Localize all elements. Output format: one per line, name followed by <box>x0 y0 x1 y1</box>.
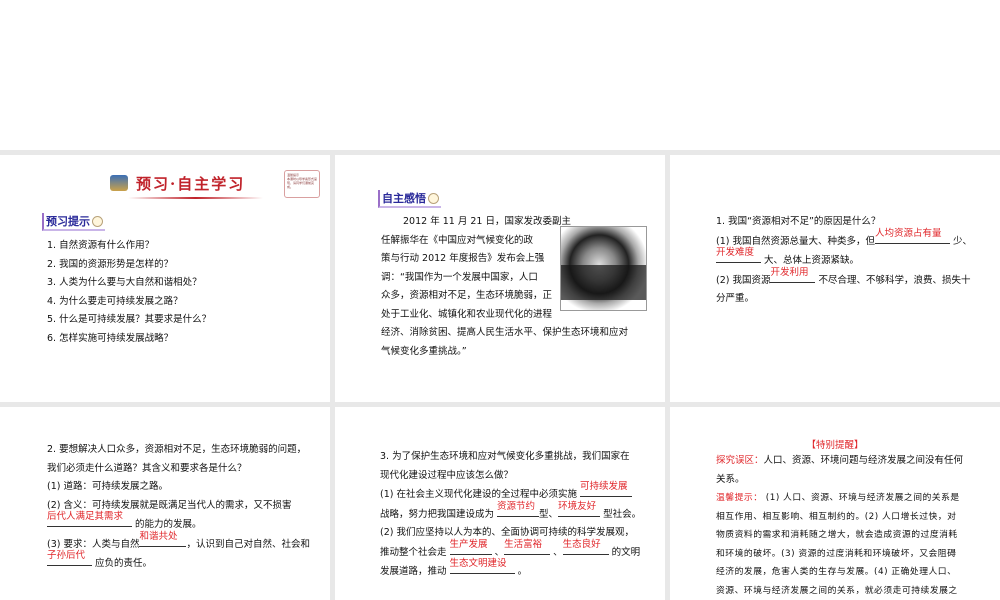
slide-thumbnail-6[interactable]: 【特别提醒】 探究误区：人口、资源、环境问题与经济发展之间没有任何 关系。 温馨… <box>670 407 1000 600</box>
text: 型社会。 <box>603 508 642 520</box>
tag-preview-tips: 预习提示 <box>42 213 105 231</box>
text: 、 <box>553 546 563 558</box>
tip-label: 温馨提示： <box>716 493 763 503</box>
text: 应负的责任。 <box>95 558 153 569</box>
answer-blank: 生态良好 <box>562 539 609 555</box>
question-item: 1. 自然资源有什么作用？ <box>47 240 155 251</box>
note-box: 温馨提示 本课时以导学案形式呈现，请同学们课前完成。 <box>284 170 320 198</box>
answer-text: 开发利用 <box>770 266 809 278</box>
answer-blank: 可持续发展 <box>580 481 633 497</box>
answer-blank: 资源节约 <box>497 501 540 517</box>
answer-blank: 生产发展 <box>449 539 492 555</box>
answer-text: 资源节约 <box>497 500 536 512</box>
tag-label: 自主感悟 <box>382 192 426 205</box>
answer-text: 人均资源占有量 <box>874 227 942 239</box>
text: 分严重。 <box>716 293 755 304</box>
text: (1) 人口、资源、环境与经济发展之间的关系是 <box>765 493 960 503</box>
bulb-icon <box>92 215 103 227</box>
answer-text: 生产发展 <box>449 538 488 550</box>
slide-thumbnail-3[interactable]: 1. 我国“资源相对不足”的原因是什么？ (1) 我国自然资源总量大、种类多，但… <box>670 155 1000 402</box>
text: 发展道路，推动 <box>380 566 447 577</box>
answer-text: 可持续发展 <box>580 481 628 492</box>
answer-text: 生态良好 <box>562 538 601 550</box>
text: 型、 <box>539 508 559 520</box>
answer-text: 生态文明建设 <box>449 558 507 569</box>
question-list: 1. 自然资源有什么作用？ 2. 我国的资源形势是怎样的？ 3. 人类为什么要与… <box>47 237 211 348</box>
question-block: 1. 我国“资源相对不足”的原因是什么？ (1) 我国自然资源总量大、种类多，但… <box>716 213 972 309</box>
special-reminder-heading: 【特别提醒】 <box>806 440 864 451</box>
question-item: 4. 为什么要走可持续发展之路？ <box>47 295 183 307</box>
text: 推动整个社会走 <box>380 546 447 558</box>
bulb-icon <box>428 192 439 204</box>
text: 大、总体上资源紧缺。 <box>764 255 860 266</box>
text: (1) 我国自然资源总量大、种类多，但 <box>716 235 875 247</box>
text: 少、 <box>953 235 973 247</box>
text: 经济的发展，危害人类的生存与发展。(4) 正确处理人口、 <box>716 567 957 577</box>
earth-image <box>560 226 647 311</box>
text: 人口、资源、环境问题与经济发展之间没有任何 <box>763 455 964 466</box>
answer-text: 子孙后代 <box>47 550 86 561</box>
passage-line: 经济、消除贫困、提高人民生活水平、保护生态环境和应对 <box>381 327 629 338</box>
text: 。 <box>517 566 528 577</box>
tag-self-reflection: 自主感悟 <box>378 190 441 208</box>
question-item: 6. 怎样实施可持续发展战略？ <box>47 332 174 344</box>
answer-blank: 开发利用 <box>770 267 816 283</box>
question-text: 我们必须走什么道路？其含义和要求各是什么？ <box>47 462 247 474</box>
slide-thumbnail-4[interactable]: 2. 要想解决人口众多，资源相对不足，生态环境脆弱的问题， 我们必须走什么道路？… <box>0 407 330 600</box>
tag-label: 预习提示 <box>46 215 90 228</box>
answer-blank: 人均资源占有量 <box>874 228 950 244</box>
answer-blank: 子孙后代 <box>47 550 92 566</box>
section-banner: 预习·自主学习 <box>110 171 263 199</box>
reminder-block: 探究误区：人口、资源、环境问题与经济发展之间没有任何 关系。 温馨提示： (1)… <box>716 452 963 600</box>
note-text: 本课时以导学案形式呈现，请同学们课前完成。 <box>287 177 318 189</box>
text: 的文明 <box>611 546 641 558</box>
answer-blank: 开发难度 <box>716 247 761 263</box>
slide-thumbnail-1[interactable]: 预习·自主学习 温馨提示 本课时以导学案形式呈现，请同学们课前完成。 预习提示 1… <box>0 155 330 402</box>
banner-title: 预习·自主学习 <box>136 174 246 193</box>
slide-thumbnail-5[interactable]: 3. 为了保护生态环境和应对气候变化多重挑战，我们国家在 现代化建设过程中应该怎… <box>335 407 665 600</box>
answer-text: 开发难度 <box>716 247 755 258</box>
answer-text: 和谐共处 <box>139 530 178 542</box>
banner-underline <box>128 197 263 199</box>
slide-thumbnail-2[interactable]: 自主感悟 2012 年 11 月 21 日，国家发改委副主 任解振华在《中国应对… <box>335 155 665 402</box>
question-text: 3. 为了保护生态环境和应对气候变化多重挑战，我们国家在 <box>380 451 630 462</box>
text: 的能力的发展。 <box>135 519 202 530</box>
answer-blank: 生活富裕 <box>504 539 551 555</box>
text: ，认识到自己对自然、社会和 <box>186 538 310 550</box>
text: (1) 在社会主义现代化建设的全过程中必须实施 <box>380 489 577 500</box>
question-item: 5. 什么是可持续发展？其要求是什么？ <box>47 314 212 325</box>
answer-blank: 和谐共处 <box>139 531 187 547</box>
text: (2) 我国资源 <box>716 274 771 286</box>
text: 资源、环境与经济发展之间的关系，就必须走可持续发展之 <box>716 585 958 596</box>
text: (1) 道路：可持续发展之路。 <box>47 481 168 492</box>
question-text: 2. 要想解决人口众多，资源相对不足，生态环境脆弱的问题， <box>47 444 307 455</box>
text: (3) 要求：人类与自然 <box>47 538 140 550</box>
text: 物质资料的需求和消耗随之增大，就会造成资源的过度消耗 <box>716 530 958 540</box>
answer-blank: 环境友好 <box>558 501 601 517</box>
text: 不尽合理、不够科学，浪费、损失十 <box>818 274 971 286</box>
text: 相互作用、相互影响、相互制约的。(2) 人口增长过快，对 <box>716 511 957 522</box>
question-block: 2. 要想解决人口众多，资源相对不足，生态环境脆弱的问题， 我们必须走什么道路？… <box>47 441 310 574</box>
answer-text: 环境友好 <box>558 500 597 512</box>
text: 战略，努力把我国建设成为 <box>380 508 495 520</box>
passage-line: 气候变化多重挑战。” <box>381 345 467 357</box>
text: 和环境的破坏。(3) 资源的过度消耗和环境破坏，又会阻碍 <box>716 548 957 559</box>
question-block: 3. 为了保护生态环境和应对气候变化多重挑战，我们国家在 现代化建设过程中应该怎… <box>380 448 641 582</box>
top-blank-area <box>0 0 1000 150</box>
answer-text: 生活富裕 <box>504 538 543 550</box>
question-item: 2. 我国的资源形势是怎样的？ <box>47 258 174 270</box>
misconception-label: 探究误区： <box>716 455 764 466</box>
answer-text: 后代人满足其需求 <box>47 511 124 522</box>
answer-blank: 后代人满足其需求 <box>47 511 132 527</box>
text: 、 <box>494 546 505 558</box>
graduation-cap-icon <box>110 175 128 191</box>
answer-blank: 生态文明建设 <box>449 558 515 574</box>
question-item: 3. 人类为什么要与大自然和谐相处？ <box>47 277 202 288</box>
text: 关系。 <box>716 473 745 485</box>
